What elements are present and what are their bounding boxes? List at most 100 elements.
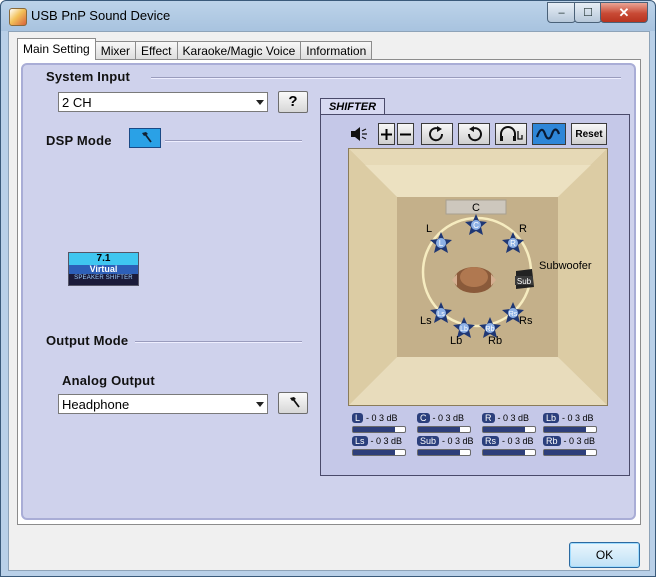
level-channel-tag: Rs [482,436,499,446]
tab-mixer[interactable]: Mixer [94,41,137,60]
title-bar[interactable]: USB PnP Sound Device – ☐ ✕ [1,1,655,31]
speaker-l-label: L [426,223,433,235]
speaker-mute-icon [351,127,367,141]
close-button[interactable]: ✕ [600,2,648,23]
level-slider[interactable] [352,449,406,456]
tab-strip: Main Setting Mixer Effect Karaoke/Magic … [17,38,373,60]
output-settings-button[interactable] [278,392,308,414]
speaker-ls-icon[interactable]: Ls [430,302,452,324]
svg-text:Sub: Sub [517,277,532,286]
window-title: USB PnP Sound Device [31,8,171,23]
level-value: - 0 3 dB [366,413,398,423]
headphone-icon [500,126,523,141]
ok-button[interactable]: OK [569,542,640,568]
system-input-heading: System Input [46,69,131,84]
headphone-mode-button[interactable] [495,123,527,145]
level-slider[interactable] [482,449,536,456]
level-sub[interactable]: Sub - 0 3 dB [417,433,474,456]
svg-text:Lb: Lb [460,326,468,333]
level-value: - 0 3 dB [502,436,534,446]
level-r[interactable]: R- 0 3 dB [482,410,536,433]
svg-text:Rs: Rs [509,311,518,318]
system-input-value: 2 CH [62,95,92,110]
main-setting-page: System Input 2 CH ? DSP Mode 7.1 Virtual… [17,59,641,525]
speaker-r-icon[interactable]: R [502,232,524,254]
level-value: - 0 3 dB [563,436,596,446]
hammer-icon [142,132,152,143]
svg-text:R: R [510,239,516,248]
speaker-ls-label: Ls [420,315,432,327]
level-fill [483,450,525,455]
speaker-rs-label: Rs [519,315,533,327]
plus-icon [381,128,392,140]
level-c[interactable]: C- 0 3 dB [417,410,471,433]
client-area: Main Setting Mixer Effect Karaoke/Magic … [8,31,650,571]
level-value: - 0 3 dB [497,413,530,423]
speaker-rb-label: Rb [488,335,503,347]
reset-button[interactable]: Reset [571,123,607,145]
chevron-down-icon [256,402,264,407]
wave-mode-button[interactable] [532,123,566,145]
speaker-c-icon[interactable]: C [465,214,487,236]
level-fill [544,427,586,432]
dsp-mode-button[interactable] [129,128,161,148]
main-window: USB PnP Sound Device – ☐ ✕ Main Setting … [0,0,656,577]
analog-output-value: Headphone [62,397,130,412]
level-fill [353,427,395,432]
tab-effect[interactable]: Effect [135,41,178,60]
level-fill [544,450,586,455]
dsp-mode-heading: DSP Mode [46,133,112,148]
output-mode-heading: Output Mode [46,333,129,348]
analog-output-heading: Analog Output [62,373,155,388]
logo-virtual-text: Virtual [69,265,138,274]
level-ls[interactable]: Ls - 0 3 dB [352,433,406,456]
analog-output-select[interactable]: Headphone [58,394,268,414]
level-value: - 0 3 dB [432,413,465,423]
maximize-button[interactable]: ☐ [574,2,602,23]
level-fill [418,427,460,432]
wave-icon [535,128,561,140]
system-input-select[interactable]: 2 CH [58,92,268,112]
level-channel-tag: Rb [543,436,561,446]
svg-text:L: L [439,239,444,248]
logo-speaker-shifter-text: SPEAKER SHIFTER [74,275,133,281]
level-value: - 0 3 dB [562,413,594,423]
level-l[interactable]: L- 0 3 dB [352,410,406,433]
rotate-ccw-icon [467,126,482,142]
minimize-button[interactable]: – [547,2,576,23]
app-icon [9,8,27,26]
level-lb[interactable]: Lb - 0 3 dB [543,410,597,433]
divider [151,77,621,79]
divider [165,140,302,142]
speaker-subwoofer-icon[interactable]: Sub [513,268,535,290]
zoom-in-button[interactable] [378,123,395,145]
svg-text:Ls: Ls [437,311,445,318]
rotate-counterclockwise-button[interactable] [458,123,490,145]
zoom-out-button[interactable] [397,123,414,145]
speaker-c-label: C [472,202,480,214]
speaker-room-view: C L R Sub Ls Lb Rb Rs C L R Subwoofer Ls… [348,148,608,406]
divider [135,341,302,343]
level-fill [418,450,460,455]
svg-text:Rb: Rb [486,326,495,333]
speaker-l-icon[interactable]: L [430,232,452,254]
level-channel-tag: C [417,413,430,423]
level-slider[interactable] [417,449,471,456]
level-fill [353,450,395,455]
level-rs[interactable]: Rs - 0 3 dB [482,433,536,456]
level-slider[interactable] [482,426,536,433]
speaker-lb-label: Lb [450,335,463,347]
tab-information[interactable]: Information [300,41,373,60]
level-channel-tag: L [352,413,364,423]
help-button[interactable]: ? [278,91,308,113]
level-slider[interactable] [543,426,597,433]
level-slider[interactable] [352,426,406,433]
level-slider[interactable] [543,449,597,456]
rotate-clockwise-button[interactable] [421,123,453,145]
tab-karaoke-magic-voice[interactable]: Karaoke/Magic Voice [176,41,302,60]
tab-main-setting[interactable]: Main Setting [17,38,96,60]
level-rb[interactable]: Rb - 0 3 dB [543,433,597,456]
level-fill [483,427,525,432]
level-slider[interactable] [417,426,471,433]
speaker-mute-button[interactable] [348,123,370,145]
